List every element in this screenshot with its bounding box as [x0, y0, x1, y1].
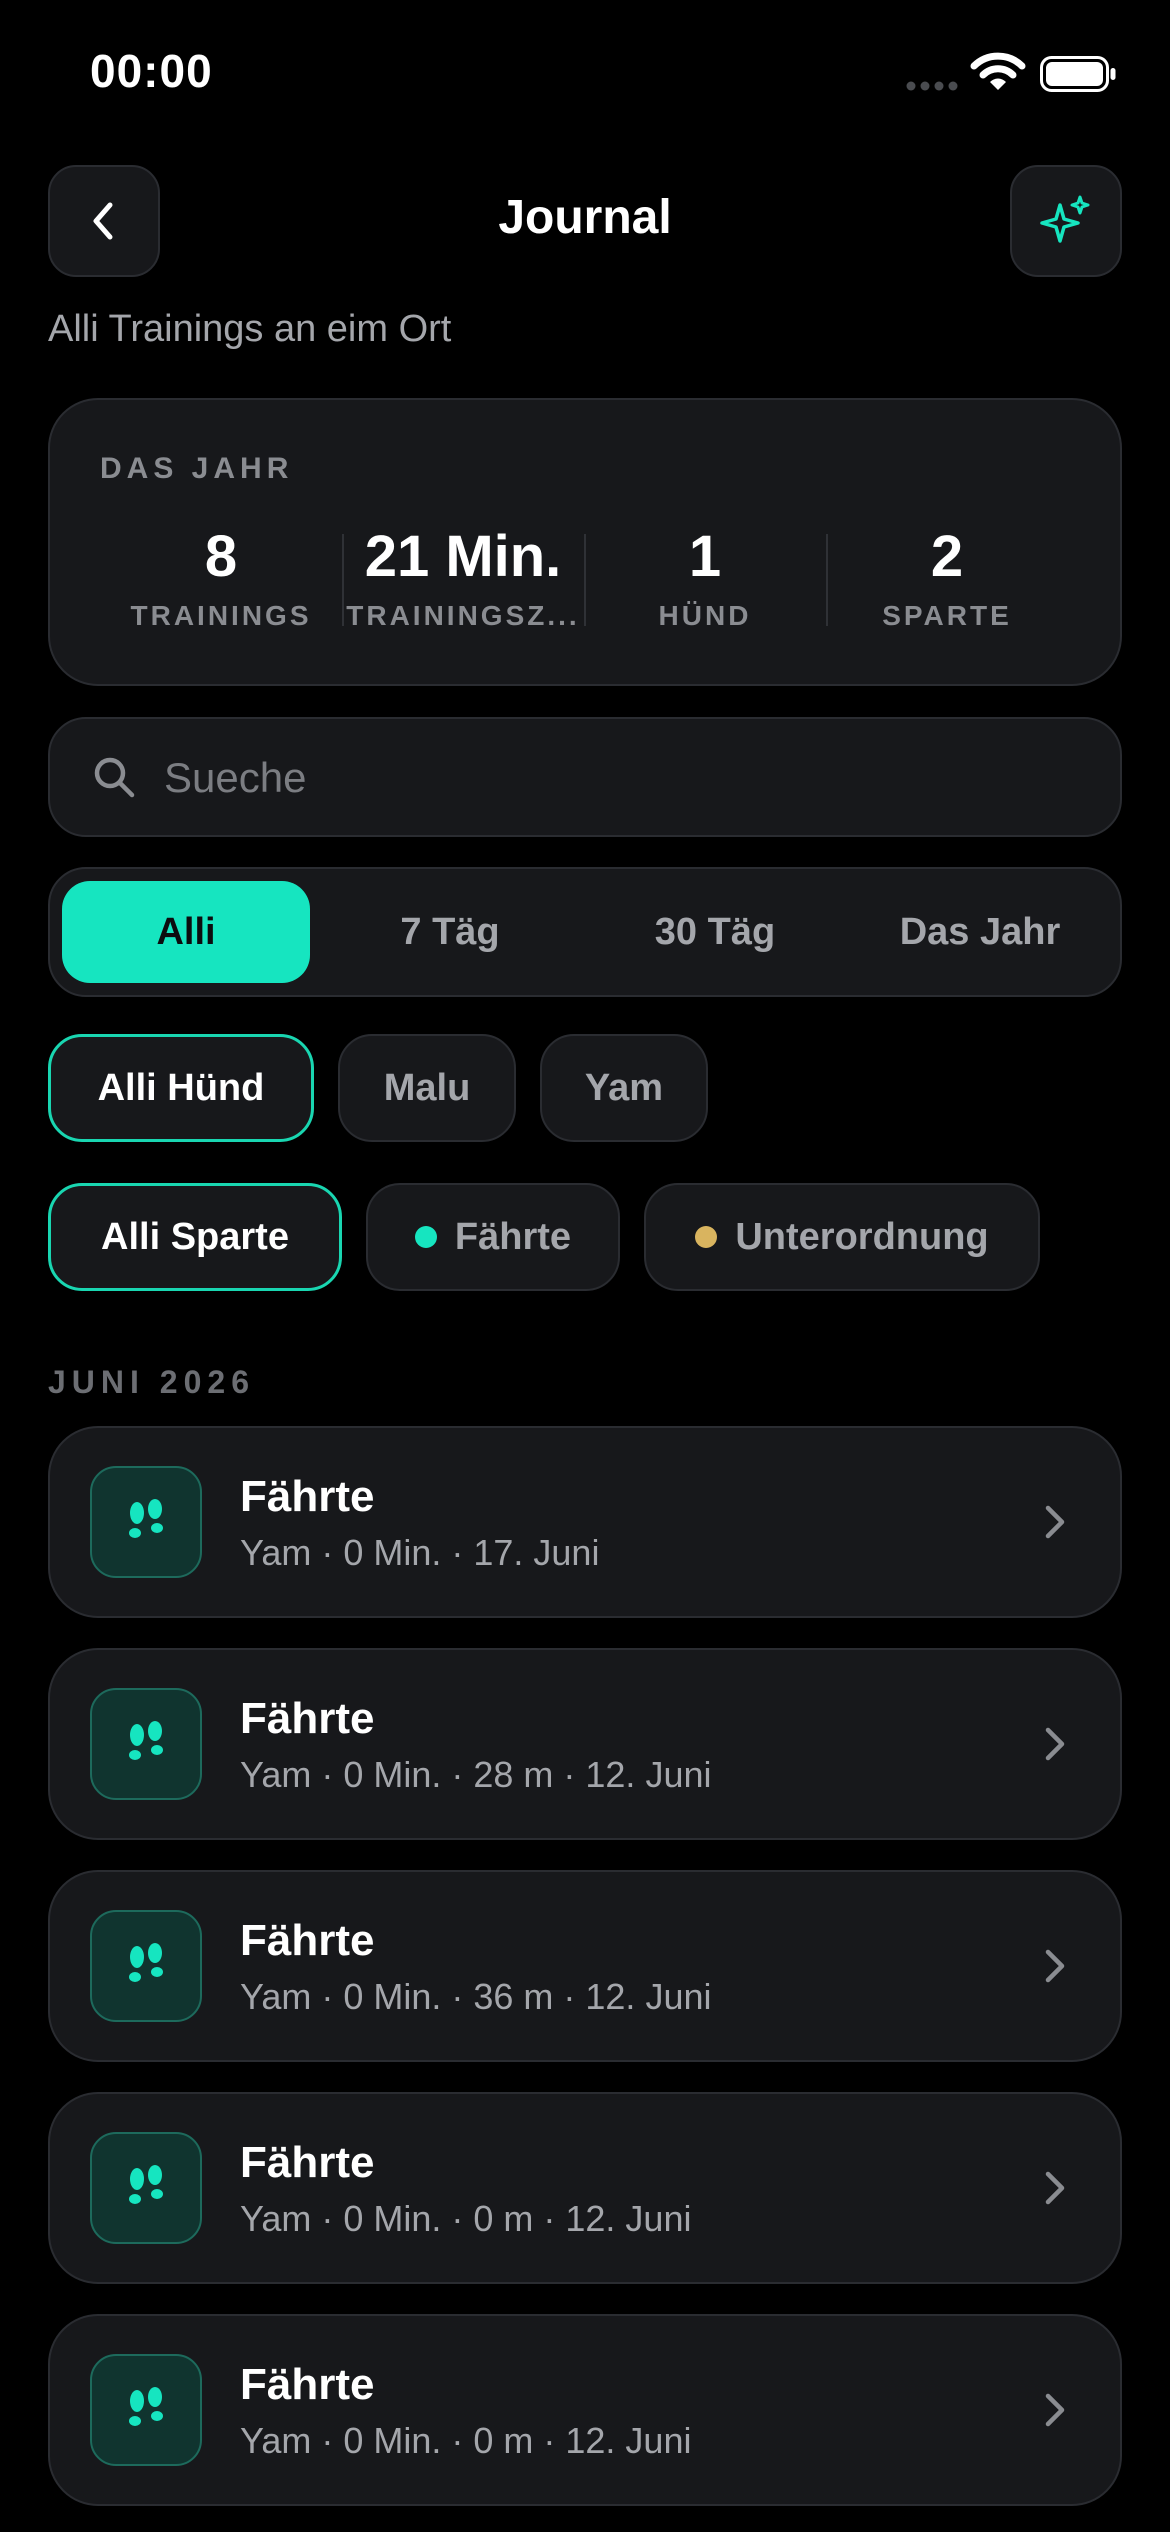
- tracking-color-dot: [414, 1226, 437, 1248]
- time-filter-30-days[interactable]: 30 Täg: [591, 881, 839, 983]
- ai-assistant-button[interactable]: [1010, 165, 1122, 277]
- training-entry[interactable]: Fährte Yam · 0 Min. · 28 m · 12. Juni: [48, 1648, 1122, 1840]
- stat-trainings: 8 TRAININGS: [100, 522, 342, 632]
- entry-title: Fährte: [240, 2138, 375, 2187]
- obedience-color-dot: [695, 1226, 718, 1248]
- time-filter-all[interactable]: Alli: [62, 881, 310, 983]
- footprints-icon: [129, 1943, 163, 1982]
- chevron-right-icon: [1045, 1727, 1065, 1761]
- chevron-right-icon: [1045, 1949, 1065, 1983]
- time-filter-this-year[interactable]: Das Jahr: [856, 881, 1104, 983]
- entry-meta: Yam · 0 Min. · 36 m · 12. Juni: [240, 1976, 712, 2017]
- sparkles-icon: [1040, 195, 1090, 243]
- footprints-icon: [129, 1499, 163, 1538]
- search-input[interactable]: [162, 743, 1066, 813]
- training-entry[interactable]: Fährte Yam · 0 Min. · 17. Juni: [48, 1426, 1122, 1618]
- stat-training-time: 21 Min. TRAININGSZ...: [342, 522, 584, 632]
- footprints-icon: [129, 2387, 163, 2426]
- entry-title: Fährte: [240, 1472, 375, 1521]
- status-bar: 00:00: [0, 0, 1170, 150]
- stat-label: HÜND: [658, 600, 752, 631]
- dog-filter-all[interactable]: Alli Hünd: [48, 1034, 314, 1142]
- stat-value: 21 Min.: [364, 524, 562, 589]
- time-range-segmented-control: Alli 7 Täg 30 Täg Das Jahr: [48, 867, 1122, 997]
- entry-icon-box: [90, 2132, 202, 2244]
- chip-label: Unterordnung: [735, 1215, 989, 1258]
- training-entry[interactable]: Fährte Yam · 0 Min. · 0 m · 12. Juni: [48, 2314, 1122, 2506]
- page-title: Journal: [498, 191, 672, 244]
- dog-filter-malu[interactable]: Malu: [338, 1034, 516, 1142]
- entry-icon-box: [90, 1910, 202, 2022]
- training-entry[interactable]: Fährte Yam · 0 Min. · 0 m · 12. Juni: [48, 2092, 1122, 2284]
- chevron-right-icon: [1045, 2171, 1065, 2205]
- stat-value: 1: [688, 524, 722, 589]
- sport-filter-obedience[interactable]: Unterordnung: [644, 1183, 1040, 1291]
- time-filter-7-days[interactable]: 7 Täg: [326, 881, 574, 983]
- entry-title: Fährte: [240, 1916, 375, 1965]
- stat-label: SPARTE: [882, 600, 1012, 631]
- sport-filter-all[interactable]: Alli Sparte: [48, 1183, 342, 1291]
- stat-label: TRAININGS: [130, 600, 312, 631]
- entry-title: Fährte: [240, 1694, 375, 1743]
- battery-icon: [1040, 56, 1116, 92]
- stats-heading: DAS JAHR: [100, 452, 294, 485]
- year-stats-card: DAS JAHR 8 TRAININGS 21 Min. TRAININGSZ.…: [48, 398, 1122, 686]
- training-entry[interactable]: Fährte Yam · 0 Min. · 36 m · 12. Juni: [48, 1870, 1122, 2062]
- entry-meta: Yam · 0 Min. · 28 m · 12. Juni: [240, 1754, 712, 1795]
- entry-meta: Yam · 0 Min. · 0 m · 12. Juni: [240, 2420, 692, 2461]
- entry-meta: Yam · 0 Min. · 0 m · 12. Juni: [240, 2198, 692, 2239]
- stat-dogs: 1 HÜND: [584, 522, 826, 632]
- chevron-right-icon: [1045, 1505, 1065, 1539]
- sport-filter-tracking[interactable]: Fährte: [366, 1183, 620, 1291]
- cellular-signal-icon: [906, 81, 958, 91]
- entry-meta: Yam · 0 Min. · 17. Juni: [240, 1532, 600, 1573]
- page-subtitle: Alli Trainings an eim Ort: [48, 308, 452, 350]
- chevron-right-icon: [1045, 2393, 1065, 2427]
- dog-filter-yam[interactable]: Yam: [540, 1034, 708, 1142]
- stat-label: TRAININGSZ...: [346, 600, 580, 631]
- search-icon: [94, 757, 135, 798]
- wifi-icon: [970, 52, 1026, 90]
- month-section-header: JUNI 2026: [48, 1364, 255, 1400]
- entry-icon-box: [90, 1688, 202, 1800]
- search-field[interactable]: [48, 717, 1122, 837]
- chip-label: Fährte: [454, 1215, 572, 1258]
- footprints-icon: [129, 2165, 163, 2204]
- status-time: 00:00: [90, 45, 213, 97]
- stat-sports: 2 SPARTE: [826, 522, 1068, 632]
- footprints-icon: [129, 1721, 163, 1760]
- stat-value: 8: [204, 524, 238, 589]
- entry-icon-box: [90, 2354, 202, 2466]
- entry-icon-box: [90, 1466, 202, 1578]
- stat-value: 2: [930, 524, 964, 589]
- entry-title: Fährte: [240, 2360, 375, 2409]
